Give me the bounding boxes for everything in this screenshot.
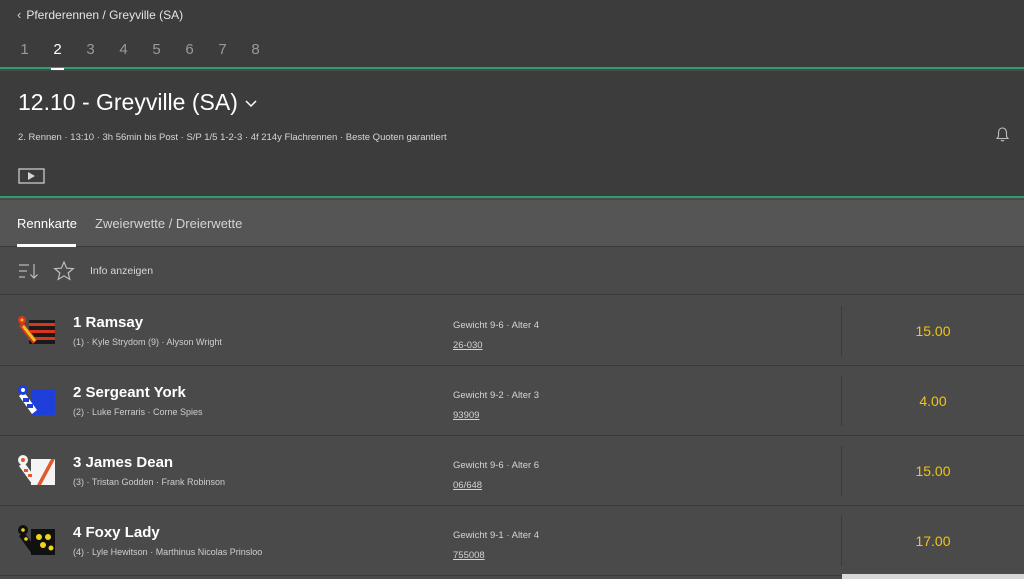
white-orange-sash-silk-icon [18, 455, 55, 485]
video-play-icon[interactable] [18, 168, 45, 184]
runner-jockey-trainer: (3) · Tristan Godden · Frank Robinson [73, 477, 226, 487]
race-tab-8[interactable]: 8 [239, 38, 272, 70]
sort-icon[interactable] [18, 261, 40, 281]
runner-form-link[interactable]: 06/648 [453, 480, 482, 491]
runner-row: 2 Sergeant York (2) · Luke Ferraris · Co… [0, 366, 1024, 436]
odds-button[interactable]: 15.00 [842, 296, 1024, 366]
breadcrumb[interactable]: ‹ Pferderennen / Greyville (SA) [17, 7, 183, 22]
runner-jockey-trainer: (4) · Lyle Hewitson · Marthinus Nicolas … [73, 547, 263, 557]
star-icon[interactable] [53, 260, 75, 282]
runner-form-link[interactable]: 755008 [453, 550, 485, 561]
runner-name[interactable]: 1 Ramsay [73, 314, 143, 331]
race-tab-3[interactable]: 3 [74, 38, 107, 70]
runner-form-link[interactable]: 26-030 [453, 340, 483, 351]
chevron-left-icon: ‹ [17, 7, 22, 22]
red-black-hoops-silk-icon [18, 316, 55, 344]
race-tab-7[interactable]: 7 [206, 38, 239, 70]
racecard-toolbar: Info anzeigen [0, 248, 1024, 295]
runner-weight-age: Gewicht 9-6 · Alter 4 [453, 320, 540, 331]
race-title: 12.10 - Greyville (SA) [18, 89, 238, 115]
race-tab-5[interactable]: 5 [140, 38, 173, 70]
tab-racecard[interactable]: Rennkarte [17, 216, 77, 231]
race-tab-1[interactable]: 1 [8, 38, 41, 70]
race-tab-6[interactable]: 6 [173, 38, 206, 70]
race-info: 2. Rennen · 13:10 · 3h 56min bis Post · … [18, 132, 447, 143]
runner-weight-age: Gewicht 9-6 · Alter 6 [453, 460, 540, 471]
content-tabs: Rennkarte Zweierwette / Dreierwette [0, 200, 1024, 247]
odds-button[interactable]: 15.00 [842, 436, 1024, 506]
top-navigation-bar: ‹ Pferderennen / Greyville (SA) 1 2 3 4 … [0, 0, 1024, 70]
black-yellow-spots-silk-icon [18, 525, 55, 555]
breadcrumb-label: Pferderennen / Greyville (SA) [26, 7, 184, 22]
race-tab-4[interactable]: 4 [107, 38, 140, 70]
runner-name[interactable]: 2 Sergeant York [73, 384, 186, 401]
bell-icon[interactable] [994, 126, 1011, 143]
bet-slip-edge[interactable] [842, 574, 1024, 579]
runner-name[interactable]: 3 James Dean [73, 454, 173, 471]
runner-row: 1 Ramsay (1) · Kyle Strydom (9) · Alyson… [0, 296, 1024, 366]
race-tab-2[interactable]: 2 [41, 38, 74, 70]
runner-jockey-trainer: (1) · Kyle Strydom (9) · Alyson Wright [73, 337, 222, 347]
show-info-toggle[interactable]: Info anzeigen [90, 265, 153, 277]
runner-name[interactable]: 4 Foxy Lady [73, 524, 160, 541]
runner-weight-age: Gewicht 9-2 · Alter 3 [453, 390, 540, 401]
odds-button[interactable]: 17.00 [842, 506, 1024, 576]
race-title-dropdown[interactable]: 12.10 - Greyville (SA) [18, 89, 258, 116]
runner-row: 3 James Dean (3) · Tristan Godden · Fran… [0, 436, 1024, 506]
runner-weight-age: Gewicht 9-1 · Alter 4 [453, 530, 540, 541]
runner-form-link[interactable]: 93909 [453, 410, 479, 421]
race-tabs: 1 2 3 4 5 6 7 8 [8, 38, 272, 70]
runner-row: 4 Foxy Lady (4) · Lyle Hewitson · Marthi… [0, 506, 1024, 576]
active-tab-indicator [17, 244, 76, 247]
runner-jockey-trainer: (2) · Luke Ferraris · Corne Spies [73, 407, 203, 417]
blue-white-silk-icon [18, 385, 55, 415]
chevron-down-icon [245, 99, 257, 107]
tab-forecast-tricast[interactable]: Zweierwette / Dreierwette [95, 216, 242, 231]
race-header: 12.10 - Greyville (SA) 2. Rennen · 13:10… [0, 71, 1024, 198]
odds-button[interactable]: 4.00 [842, 366, 1024, 436]
